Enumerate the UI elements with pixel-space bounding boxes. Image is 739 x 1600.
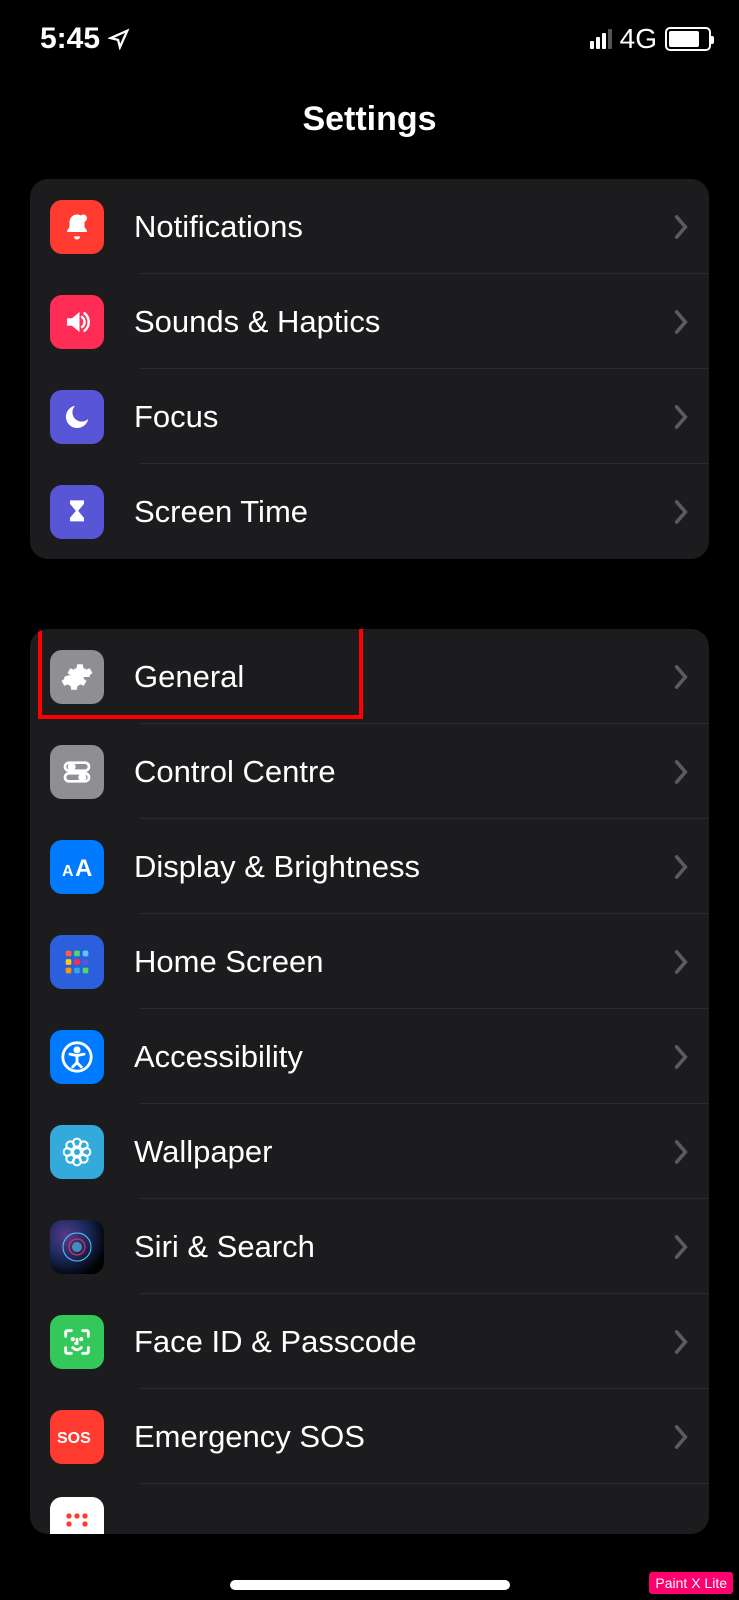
svg-text:A: A (75, 855, 92, 880)
settings-group: Notifications Sounds & Haptics Focus Scr… (30, 179, 709, 559)
row-siri[interactable]: Siri & Search (30, 1199, 709, 1294)
row-focus[interactable]: Focus (30, 369, 709, 464)
row-label: Wallpaper (134, 1134, 673, 1170)
svg-text:A: A (62, 863, 74, 880)
status-right: 4G (590, 23, 711, 55)
signal-icon (590, 29, 612, 49)
row-label: General (134, 659, 673, 695)
gear-icon (50, 650, 104, 704)
row-label: Focus (134, 399, 673, 435)
row-screen-time[interactable]: Screen Time (30, 464, 709, 559)
chevron-right-icon (673, 214, 689, 240)
row-sos[interactable]: SOS Emergency SOS (30, 1389, 709, 1484)
flower-icon (50, 1125, 104, 1179)
location-icon (108, 28, 130, 50)
row-accessibility[interactable]: Accessibility (30, 1009, 709, 1104)
network-label: 4G (620, 23, 657, 55)
chevron-right-icon (673, 1234, 689, 1260)
sos-icon: SOS (50, 1410, 104, 1464)
row-label: Display & Brightness (134, 849, 673, 885)
row-faceid[interactable]: Face ID & Passcode (30, 1294, 709, 1389)
row-general[interactable]: General (30, 629, 709, 724)
settings-group: General Control Centre AA Display & Brig… (30, 629, 709, 1534)
page-header: Settings (0, 70, 739, 179)
row-exposure[interactable] (30, 1484, 709, 1534)
battery-icon (665, 27, 711, 51)
watermark: Paint X Lite (649, 1572, 733, 1594)
bell-icon (50, 200, 104, 254)
row-label: Home Screen (134, 944, 673, 980)
page-title: Settings (0, 100, 739, 139)
row-home-screen[interactable]: Home Screen (30, 914, 709, 1009)
row-notifications[interactable]: Notifications (30, 179, 709, 274)
settings-groups: Notifications Sounds & Haptics Focus Scr… (0, 179, 739, 1534)
toggles-icon (50, 745, 104, 799)
chevron-right-icon (673, 664, 689, 690)
row-control-centre[interactable]: Control Centre (30, 724, 709, 819)
exposure-icon (50, 1497, 104, 1534)
row-label: Sounds & Haptics (134, 304, 673, 340)
moon-icon (50, 390, 104, 444)
row-label: Notifications (134, 209, 673, 245)
status-bar: 5:45 4G (0, 0, 739, 70)
siri-icon (50, 1220, 104, 1274)
chevron-right-icon (673, 1329, 689, 1355)
chevron-right-icon (673, 1044, 689, 1070)
speaker-icon (50, 295, 104, 349)
chevron-right-icon (673, 1424, 689, 1450)
hourglass-icon (50, 485, 104, 539)
chevron-right-icon (673, 404, 689, 430)
chevron-right-icon (673, 309, 689, 335)
chevron-right-icon (673, 499, 689, 525)
chevron-right-icon (673, 949, 689, 975)
home-indicator[interactable] (230, 1580, 510, 1590)
row-label: Face ID & Passcode (134, 1324, 673, 1360)
row-label: Siri & Search (134, 1229, 673, 1265)
status-time: 5:45 (40, 22, 100, 56)
row-label: Control Centre (134, 754, 673, 790)
status-left: 5:45 (40, 22, 130, 56)
row-sounds[interactable]: Sounds & Haptics (30, 274, 709, 369)
row-label: Accessibility (134, 1039, 673, 1075)
row-display[interactable]: AA Display & Brightness (30, 819, 709, 914)
chevron-right-icon (673, 854, 689, 880)
row-wallpaper[interactable]: Wallpaper (30, 1104, 709, 1199)
accessibility-icon (50, 1030, 104, 1084)
row-label: Screen Time (134, 494, 673, 530)
text-size-icon: AA (50, 840, 104, 894)
svg-text:SOS: SOS (57, 1430, 91, 1447)
chevron-right-icon (673, 1139, 689, 1165)
face-icon (50, 1315, 104, 1369)
grid-icon (50, 935, 104, 989)
row-label: Emergency SOS (134, 1419, 673, 1455)
chevron-right-icon (673, 759, 689, 785)
